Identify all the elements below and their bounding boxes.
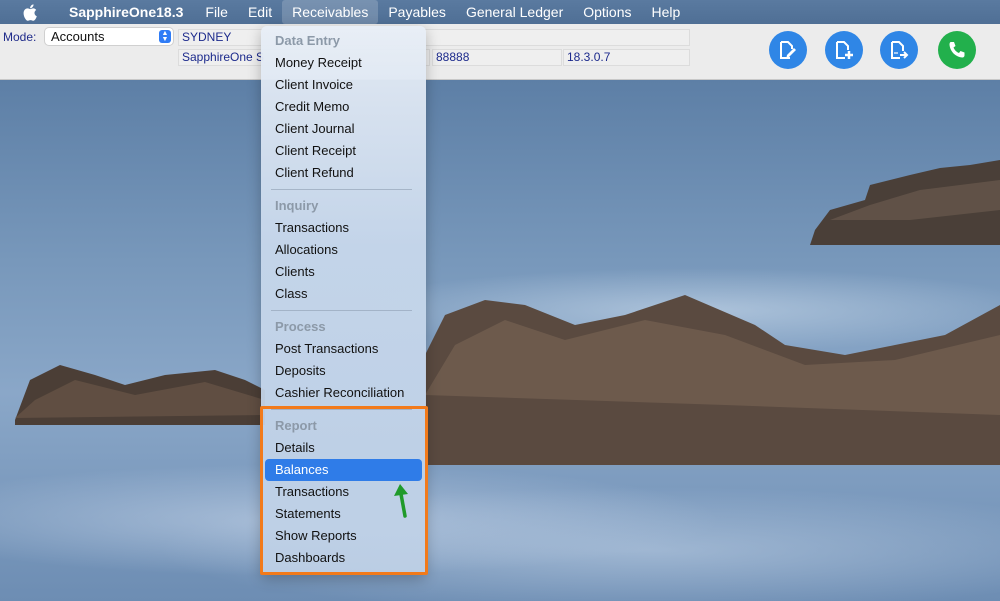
document-edit-icon bbox=[780, 41, 796, 59]
phone-icon bbox=[949, 42, 965, 58]
menu-item-clients[interactable]: Clients bbox=[261, 261, 426, 283]
menu-receivables[interactable]: Receivables bbox=[282, 0, 379, 24]
menu-file[interactable]: File bbox=[195, 0, 238, 24]
menu-bar: SapphireOne18.3 File Edit Receivables Pa… bbox=[0, 0, 1000, 24]
menu-general-ledger[interactable]: General Ledger bbox=[456, 0, 573, 24]
mode-label: Mode: bbox=[3, 30, 37, 44]
document-add-icon bbox=[836, 41, 853, 59]
rock-formation-left bbox=[15, 365, 265, 425]
version-value: 18.3.0.7 bbox=[567, 50, 611, 64]
document-export-icon bbox=[891, 41, 909, 59]
menu-item-client-invoice[interactable]: Client Invoice bbox=[261, 74, 426, 96]
new-document-button[interactable] bbox=[825, 31, 863, 69]
menu-item-dashboards[interactable]: Dashboards bbox=[261, 547, 426, 569]
version-field: 18.3.0.7 bbox=[563, 49, 690, 66]
mode-select-value: Accounts bbox=[51, 29, 105, 44]
menu-item-post-transactions[interactable]: Post Transactions bbox=[261, 338, 426, 360]
section-header-report: Report bbox=[275, 418, 317, 433]
menu-app-name[interactable]: SapphireOne18.3 bbox=[59, 0, 193, 24]
menu-item-deposits[interactable]: Deposits bbox=[261, 360, 426, 382]
menu-edit[interactable]: Edit bbox=[238, 0, 282, 24]
menu-separator bbox=[271, 310, 412, 311]
mode-select[interactable]: Accounts ▲ ▼ bbox=[45, 28, 173, 45]
export-document-button[interactable] bbox=[880, 31, 918, 69]
desktop-wallpaper bbox=[0, 80, 1000, 601]
location-field: SYDNEY bbox=[178, 29, 690, 46]
code-field: 88888 bbox=[432, 49, 562, 66]
rock-formation-center bbox=[425, 295, 1000, 465]
edit-document-button[interactable] bbox=[769, 31, 807, 69]
code-value: 88888 bbox=[436, 50, 470, 64]
rock-formation-right bbox=[810, 160, 1000, 245]
menu-item-allocations[interactable]: Allocations bbox=[261, 239, 426, 261]
menu-item-client-journal[interactable]: Client Journal bbox=[261, 118, 426, 140]
section-header-process: Process bbox=[275, 319, 326, 334]
menu-item-show-reports[interactable]: Show Reports bbox=[261, 525, 426, 547]
apple-logo-icon[interactable] bbox=[20, 3, 40, 21]
app-toolbar: Mode: Accounts ▲ ▼ SYDNEY SapphireOne S 8… bbox=[0, 24, 1000, 80]
menu-item-inquiry-transactions[interactable]: Transactions bbox=[261, 217, 426, 239]
section-header-inquiry: Inquiry bbox=[275, 198, 319, 213]
menu-separator bbox=[271, 409, 412, 410]
menu-item-credit-memo[interactable]: Credit Memo bbox=[261, 96, 426, 118]
green-arrow-icon bbox=[394, 484, 408, 518]
menu-item-class[interactable]: Class bbox=[261, 283, 426, 305]
menu-item-cashier-reconciliation[interactable]: Cashier Reconciliation bbox=[261, 382, 426, 404]
menu-separator bbox=[271, 189, 412, 190]
menu-options[interactable]: Options bbox=[573, 0, 641, 24]
company-value: SapphireOne S bbox=[182, 50, 265, 64]
menu-help[interactable]: Help bbox=[641, 0, 690, 24]
menu-item-client-refund[interactable]: Client Refund bbox=[261, 162, 426, 184]
call-support-button[interactable] bbox=[938, 31, 976, 69]
location-value: SYDNEY bbox=[182, 30, 232, 44]
chevron-updown-icon: ▲ ▼ bbox=[159, 30, 171, 43]
menu-payables[interactable]: Payables bbox=[378, 0, 456, 24]
menu-item-details[interactable]: Details bbox=[261, 437, 426, 459]
section-header-data-entry: Data Entry bbox=[275, 33, 341, 48]
menu-item-client-receipt[interactable]: Client Receipt bbox=[261, 140, 426, 162]
menu-item-balances[interactable]: Balances bbox=[265, 459, 422, 481]
menu-item-money-receipt[interactable]: Money Receipt bbox=[261, 52, 426, 74]
